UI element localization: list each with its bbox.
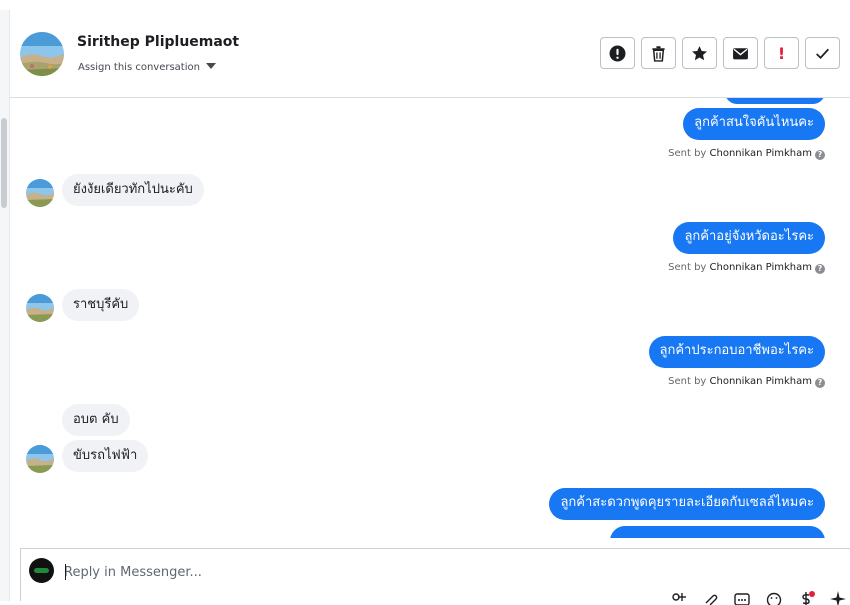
envelope-icon bbox=[732, 45, 749, 62]
report-button[interactable] bbox=[600, 37, 635, 69]
message-bubble-outgoing: ลูกค้าสะดวกพูดคุยรายละเอียดกับเซลล์ไหมคะ bbox=[549, 488, 825, 520]
message-thread[interactable]: ลูกค้าสนใจคันไหนคะ Sent by Chonnikan Pim… bbox=[10, 98, 850, 538]
emoji-button[interactable] bbox=[762, 591, 786, 605]
conversation-actions: ! bbox=[600, 37, 840, 69]
help-icon[interactable]: ? bbox=[815, 264, 825, 274]
contact-avatar[interactable] bbox=[20, 32, 64, 76]
mark-unread-button[interactable] bbox=[723, 37, 758, 69]
reply-input[interactable] bbox=[64, 562, 664, 582]
scrollbar[interactable] bbox=[0, 10, 10, 601]
contact-name: Sirithep Plipluemaot bbox=[77, 34, 239, 50]
star-icon bbox=[691, 45, 708, 62]
add-button[interactable] bbox=[666, 591, 690, 605]
trash-icon bbox=[650, 45, 667, 62]
notification-dot bbox=[809, 591, 815, 597]
sparkle-icon bbox=[830, 591, 846, 605]
sent-by-label: Sent by Chonnikan Pimkham? bbox=[668, 262, 825, 274]
mark-done-button[interactable] bbox=[805, 37, 840, 69]
conversation-header: Sirithep Plipluemaot Assign this convers… bbox=[10, 10, 850, 98]
alert-circle-icon bbox=[609, 45, 626, 62]
attachment-button[interactable] bbox=[698, 591, 722, 605]
message-bubble-outgoing: ลูกค้าประกอบอาชีพอะไรคะ bbox=[649, 336, 825, 368]
message-bubble-incoming: ยังงัยเดียวทักไปนะคับ bbox=[62, 174, 204, 206]
emoji-icon bbox=[766, 591, 782, 605]
saved-reply-button[interactable] bbox=[730, 591, 754, 605]
sent-by-label: Sent by Chonnikan Pimkham? bbox=[668, 376, 825, 388]
agent-name: Chonnikan Pimkham bbox=[710, 262, 812, 273]
chevron-down-icon bbox=[206, 63, 216, 69]
message-bubble-outgoing: ลูกค้าอยู่จังหวัดอะไรคะ bbox=[673, 222, 825, 254]
assign-conversation-dropdown[interactable]: Assign this conversation bbox=[78, 62, 216, 73]
composer-toolbar bbox=[666, 591, 850, 605]
attachment-icon bbox=[702, 591, 718, 605]
text-cursor bbox=[65, 564, 66, 580]
message-bubble-outgoing: ลูกค้าสนใจคันไหนคะ bbox=[683, 108, 825, 140]
ai-assist-button[interactable] bbox=[826, 591, 850, 605]
page-avatar bbox=[29, 558, 54, 583]
agent-name: Chonnikan Pimkham bbox=[710, 148, 812, 159]
exclamation-icon: ! bbox=[778, 44, 785, 63]
agent-name: Chonnikan Pimkham bbox=[710, 376, 812, 387]
message-bubble-outgoing-partial bbox=[725, 98, 825, 104]
add-icon bbox=[670, 591, 686, 605]
message-bubble-incoming: ราชบุรีคับ bbox=[62, 289, 139, 321]
sent-by-label: Sent by Chonnikan Pimkham? bbox=[668, 148, 825, 160]
payment-button[interactable] bbox=[794, 591, 818, 605]
message-bubble-outgoing-partial bbox=[610, 526, 825, 538]
saved-reply-icon bbox=[734, 591, 750, 605]
assign-label: Assign this conversation bbox=[78, 62, 200, 73]
check-icon bbox=[814, 45, 831, 62]
delete-button[interactable] bbox=[641, 37, 676, 69]
contact-avatar-small bbox=[26, 445, 54, 473]
reply-composer bbox=[20, 548, 850, 601]
help-icon[interactable]: ? bbox=[815, 150, 825, 160]
help-icon[interactable]: ? bbox=[815, 378, 825, 388]
contact-avatar-small bbox=[26, 294, 54, 322]
flag-button[interactable]: ! bbox=[764, 37, 799, 69]
message-bubble-incoming: ขับรถไฟฟ้า bbox=[62, 440, 148, 472]
scrollbar-thumb[interactable] bbox=[1, 118, 7, 208]
star-button[interactable] bbox=[682, 37, 717, 69]
message-bubble-incoming: อบต คับ bbox=[62, 404, 130, 436]
contact-avatar-small bbox=[26, 179, 54, 207]
